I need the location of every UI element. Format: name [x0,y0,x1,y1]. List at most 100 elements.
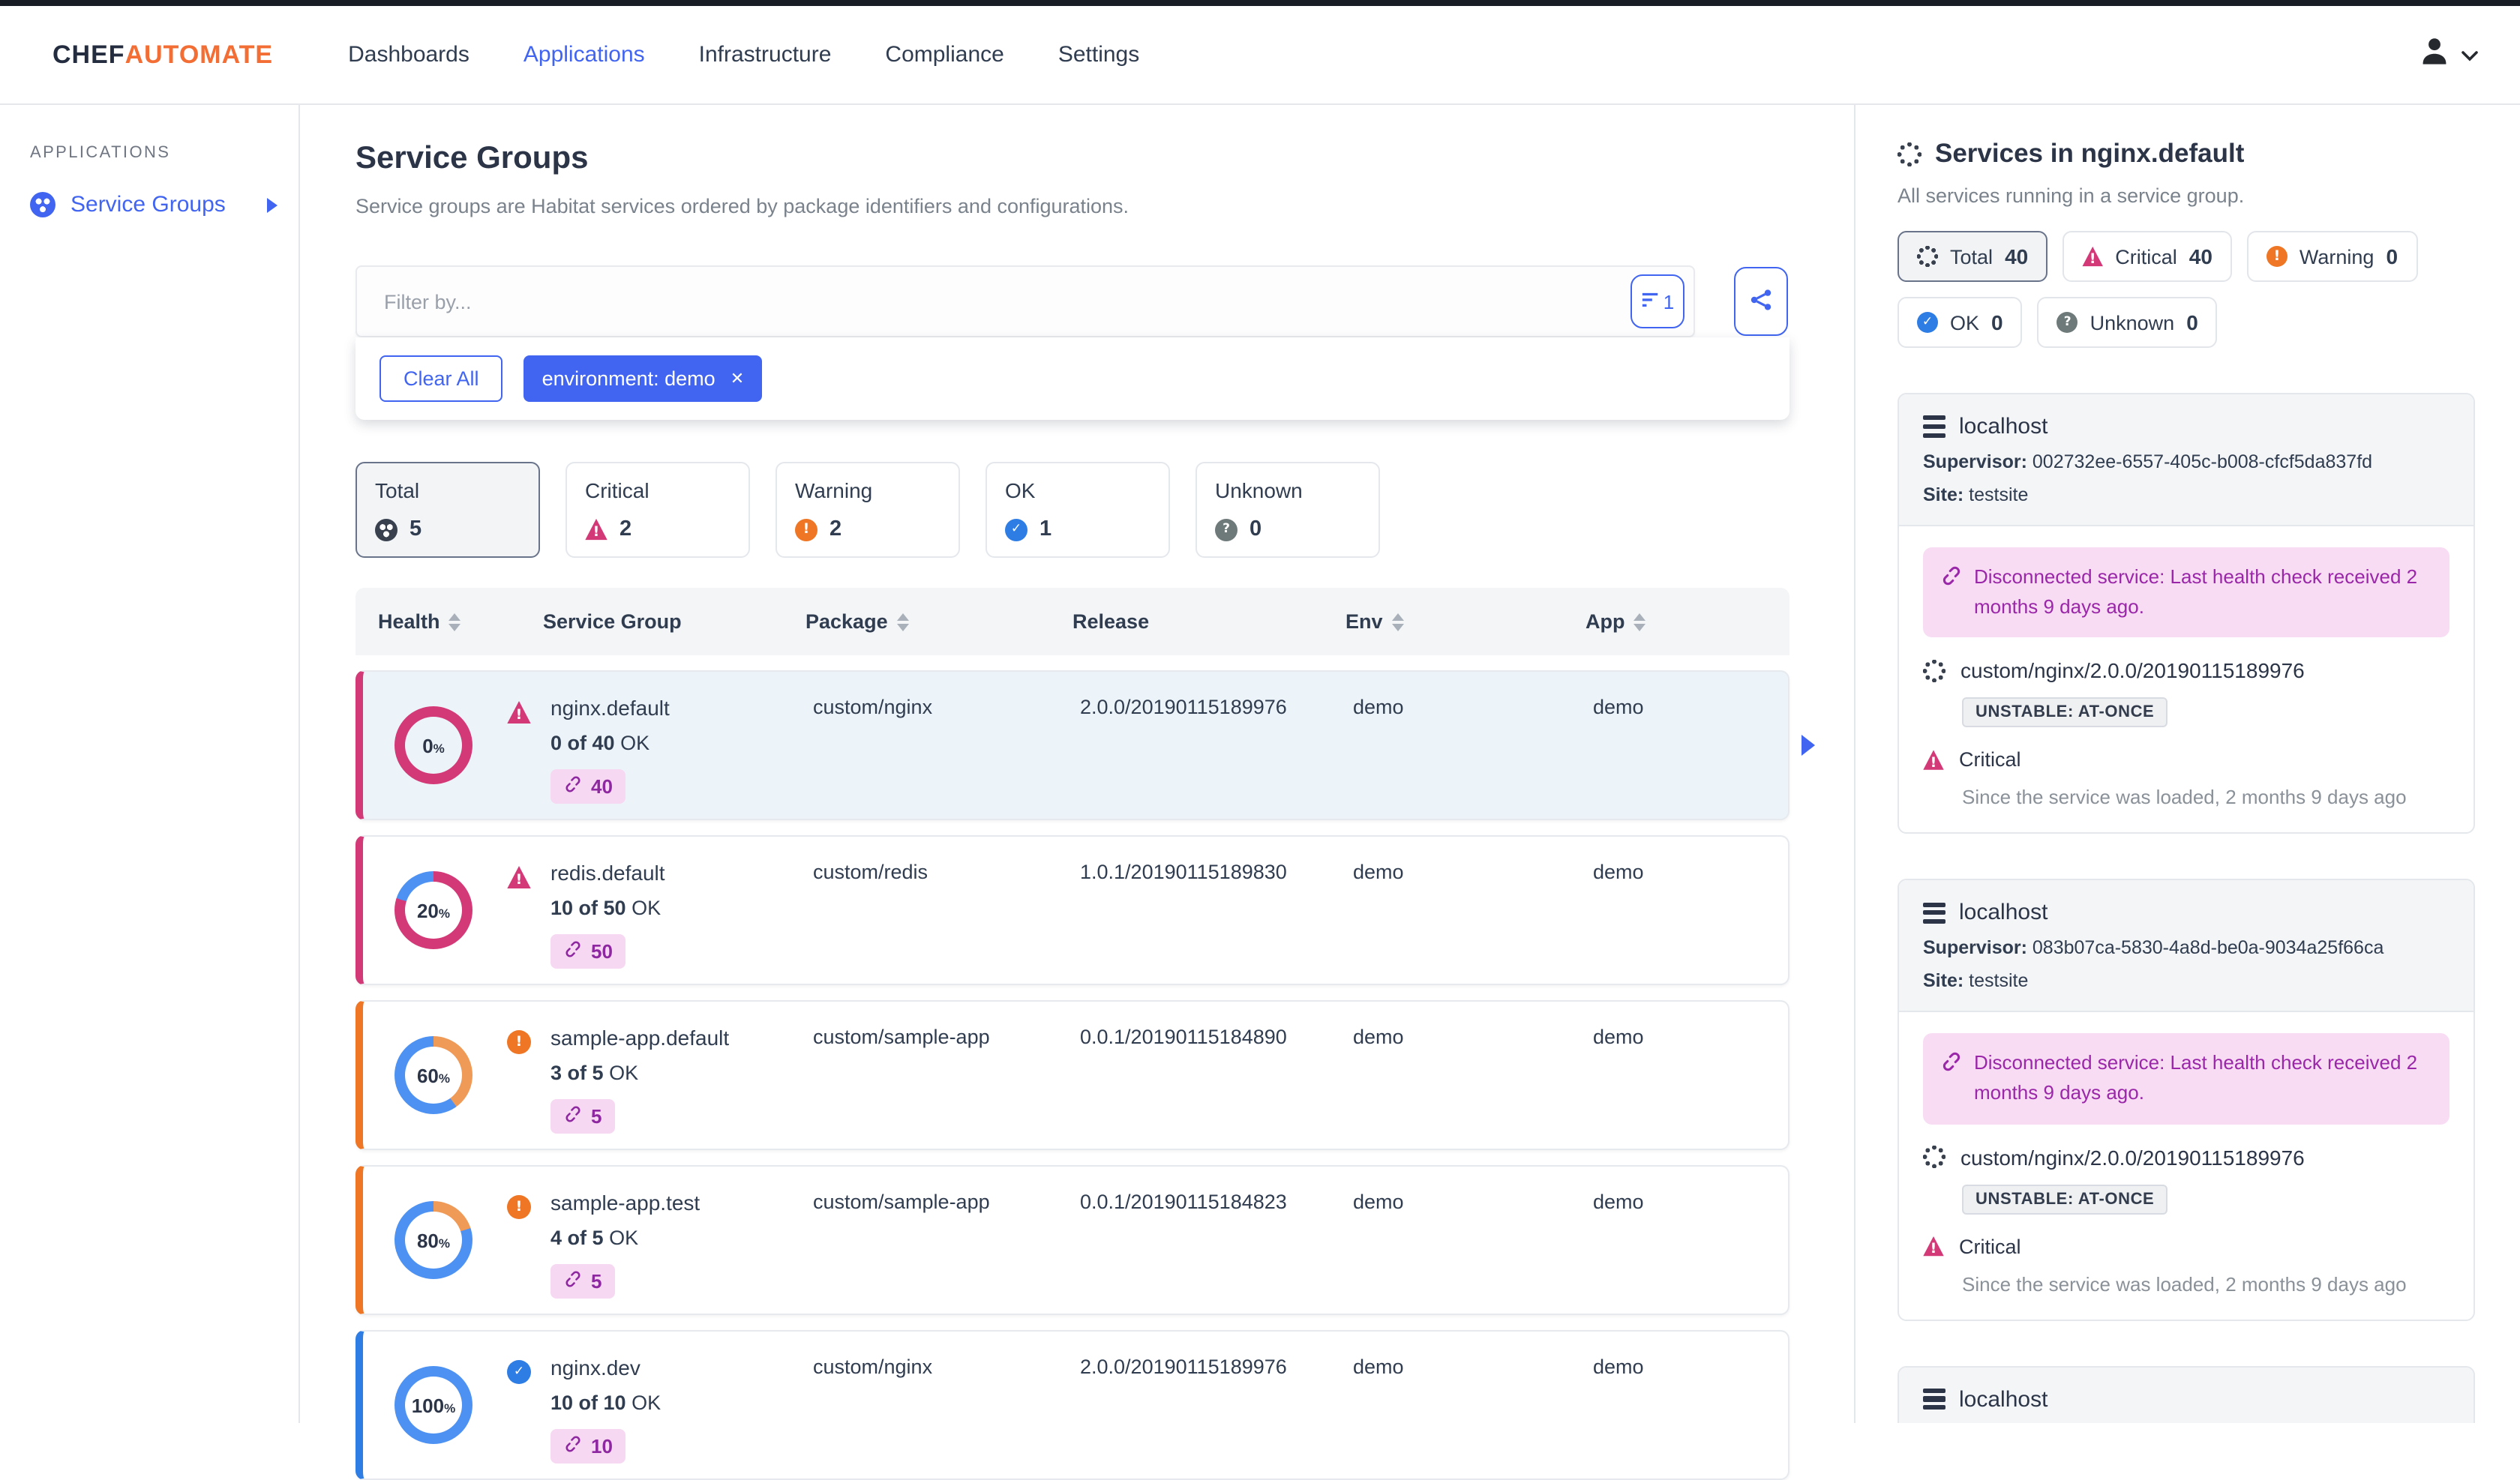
sort-arrows-icon[interactable] [1634,613,1646,631]
disconnected-count-badge: 5 [550,1264,616,1299]
panel-badge-warning[interactable]: Warning0 [2246,231,2418,282]
status-card-count: 1 [1040,517,1052,541]
service-card-header: localhost Supervisor: 0c0a6b1f-f9f2-4fe6… [1899,1367,2474,1423]
health-donut: 60% [394,1036,472,1114]
status-card-label: Critical [585,478,650,502]
column-header-app[interactable]: App [1586,610,1790,633]
sidebar-section-label: APPLICATIONS [30,144,171,162]
chef-automate-logo[interactable]: CHEF AUTOMATE [52,40,273,70]
ok-check-icon [1005,518,1028,541]
health-note: Since the service was loaded, 2 months 9… [1962,786,2407,809]
filter-count-button[interactable]: 1 [1630,274,1684,328]
column-header-release[interactable]: Release [1072,610,1346,633]
release-cell: 0.0.1/20190115184890 [1080,1026,1287,1048]
page-title: Service Groups [356,141,589,175]
panel-badge-ok[interactable]: OK0 [1898,297,2023,348]
user-menu-button[interactable] [2418,34,2478,75]
sort-arrows-icon[interactable] [1391,613,1404,631]
nav-compliance[interactable]: Compliance [885,42,1004,67]
panel-subtitle: All services running in a service group. [1898,184,2245,207]
service-group-name: redis.default [550,861,665,885]
nav-settings[interactable]: Settings [1058,42,1139,67]
column-header-package[interactable]: Package [806,610,1072,633]
filter-count-value: 1 [1663,290,1675,313]
filter-input-box: 1 [356,265,1695,337]
status-card-critical[interactable]: Critical 2 [566,462,750,558]
nav-applications[interactable]: Applications [524,42,645,67]
status-filter-cards: Total 5 Critical 2 Warning 2 OK 1 Unknow… [356,462,1788,558]
status-card-total[interactable]: Total 5 [356,462,540,558]
sort-arrows-icon[interactable] [448,613,461,631]
nav-infrastructure[interactable]: Infrastructure [699,42,832,67]
disconnected-count-badge: 10 [550,1429,626,1464]
service-card: localhost Supervisor: 002732ee-6557-405c… [1898,393,2475,834]
status-card-count: 0 [1250,517,1262,541]
table-row[interactable]: 60% sample-app.default 3 of 5 OK 5 custo… [356,1000,1790,1150]
app-cell: demo [1593,861,1644,883]
env-cell: demo [1353,1356,1404,1378]
active-filters-panel: Clear All environment: demo [356,337,1790,420]
critical-triangle-icon [2082,246,2103,267]
column-header-health[interactable]: Health [356,610,543,633]
sidebar-item-label: Service Groups [70,192,226,217]
release-cell: 2.0.0/20190115189976 [1080,1356,1287,1378]
critical-triangle-icon [1923,750,1944,770]
clear-all-button[interactable]: Clear All [380,355,503,402]
sidebar: APPLICATIONS Service Groups [0,105,300,1423]
health-donut: 80% [394,1201,472,1279]
env-cell: demo [1353,696,1404,718]
warning-circle-icon [2266,246,2288,267]
row-status-icon [507,1195,531,1219]
disconnected-icon [564,1270,582,1293]
habitat-dots-icon [1923,659,1946,682]
table-row[interactable]: 0% nginx.default 0 of 40 OK 40 custom/ng… [356,670,1815,820]
package-cell: custom/nginx [813,696,933,718]
release-cell: 0.0.1/20190115184823 [1080,1191,1287,1213]
filter-bar: 1 [356,265,1788,337]
service-group-name: sample-app.test [550,1191,700,1215]
nav-dashboards[interactable]: Dashboards [348,42,470,67]
package-cell: custom/sample-app [813,1026,990,1048]
expand-arrow-icon[interactable] [267,197,278,212]
package-cell: custom/nginx [813,1356,933,1378]
env-cell: demo [1353,861,1404,883]
ok-ratio: 3 of 5 OK [550,1062,639,1084]
panel-badge-total[interactable]: Total 40 [1898,231,2048,282]
server-icon [1923,415,1946,438]
status-card-unknown[interactable]: Unknown 0 [1196,462,1380,558]
disconnected-count-badge: 5 [550,1099,616,1134]
total-cluster-icon [375,518,398,541]
panel-badge-critical[interactable]: Critical40 [2062,231,2232,282]
table-row[interactable]: 80% sample-app.test 4 of 5 OK 5 custom/s… [356,1165,1790,1315]
sidebar-item-service-groups[interactable]: Service Groups [0,186,298,223]
filter-chip-environment-demo[interactable]: environment: demo [524,355,763,402]
habitat-dots-icon [1898,142,1922,166]
disconnected-count-badge: 50 [550,934,626,969]
env-cell: demo [1353,1026,1404,1048]
sort-arrows-icon[interactable] [896,613,909,631]
health-donut: 20% [394,871,472,949]
ok-ratio: 4 of 5 OK [550,1227,639,1249]
share-button[interactable] [1734,267,1788,336]
page-subtitle: Service groups are Habitat services orde… [356,195,1130,217]
health-status-label: Critical [1959,748,2021,771]
status-card-label: Total [375,478,420,502]
disconnected-icon [564,940,582,963]
user-avatar-icon [2418,34,2451,75]
table-row[interactable]: 100% nginx.dev 10 of 10 OK 10 custom/ngi… [356,1330,1790,1480]
column-header-service-group[interactable]: Service Group [543,610,806,633]
server-icon [1923,1388,1946,1410]
column-header-env[interactable]: Env [1346,610,1586,633]
status-card-ok[interactable]: OK 1 [986,462,1170,558]
ok-ratio: 10 of 50 OK [550,897,662,919]
table-row[interactable]: 20% redis.default 10 of 50 OK 50 custom/… [356,835,1790,985]
app-cell: demo [1593,696,1644,718]
chip-close-icon[interactable] [730,369,744,388]
panel-badge-unknown[interactable]: Unknown0 [2037,297,2218,348]
status-card-warning[interactable]: Warning 2 [776,462,960,558]
disconnected-icon [564,775,582,798]
ok-ratio: 10 of 10 OK [550,1392,662,1414]
health-donut: 100% [394,1366,472,1444]
filter-input[interactable] [381,289,1630,314]
service-groups-table: Health Service Group Package Release Env… [356,588,1815,1480]
